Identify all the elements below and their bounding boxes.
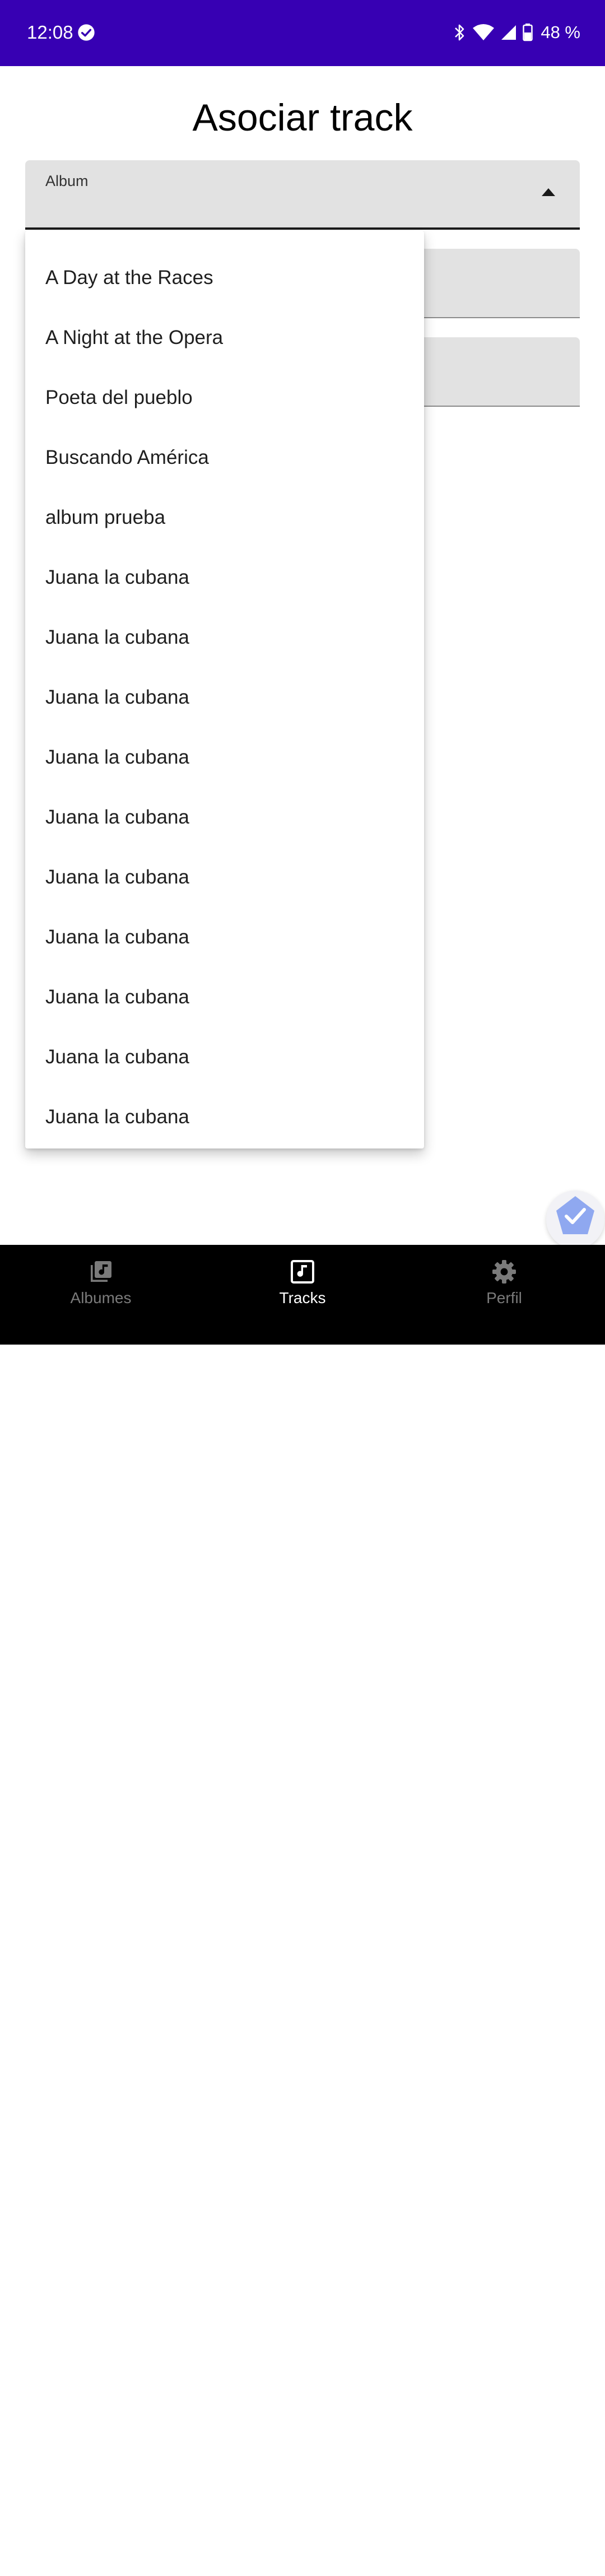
nav-item-perfil[interactable]: Perfil xyxy=(437,1255,571,1317)
status-time: 12:08 xyxy=(27,22,73,43)
album-dropdown-field[interactable]: Album xyxy=(25,160,580,230)
album-option[interactable]: Juana la cubana xyxy=(25,607,424,667)
bluetooth-icon xyxy=(455,24,464,41)
check-icon xyxy=(556,1196,594,1234)
album-option[interactable]: Juana la cubana xyxy=(25,847,424,907)
album-options-list: A Day at the Races A Night at the Opera … xyxy=(25,248,424,1147)
album-option[interactable]: A Night at the Opera xyxy=(25,308,424,368)
album-option[interactable]: Juana la cubana xyxy=(25,967,424,1027)
nav-label-albumes: Albumes xyxy=(70,1289,132,1306)
album-library-icon xyxy=(91,1261,111,1282)
album-dropdown-menu: A Day at the Races A Night at the Opera … xyxy=(25,231,424,1148)
status-icons: 48 % xyxy=(453,20,580,45)
signal-icon xyxy=(501,25,516,40)
nav-label-perfil: Perfil xyxy=(486,1289,522,1306)
home-indicator[interactable] xyxy=(235,2570,370,2576)
battery-icon xyxy=(523,24,533,41)
album-option[interactable]: A Day at the Races xyxy=(25,248,424,308)
nav-item-tracks[interactable]: Tracks xyxy=(235,1255,370,1317)
album-option[interactable]: Buscando América xyxy=(25,427,424,487)
confirm-fab-button[interactable] xyxy=(546,1191,604,1249)
album-option[interactable]: Juana la cubana xyxy=(25,1027,424,1087)
bottom-navigation: Albumes Tracks Perfil xyxy=(0,1245,605,2576)
album-option[interactable]: Poeta del pueblo xyxy=(25,368,424,427)
music-note-icon xyxy=(291,1260,314,1284)
album-field-label: Album xyxy=(45,173,89,189)
check-circle-icon xyxy=(78,24,95,41)
album-option[interactable]: Juana la cubana xyxy=(25,1087,424,1147)
nav-label-tracks: Tracks xyxy=(279,1289,326,1306)
album-option[interactable]: Juana la cubana xyxy=(25,547,424,607)
page-title: Asociar track xyxy=(192,96,413,139)
album-option[interactable]: Juana la cubana xyxy=(25,907,424,967)
album-option[interactable]: Juana la cubana xyxy=(25,727,424,787)
wifi-icon xyxy=(473,24,495,40)
album-option[interactable]: Juana la cubana xyxy=(25,787,424,847)
nav-item-albumes[interactable]: Albumes xyxy=(34,1255,168,1317)
gear-icon xyxy=(492,1260,516,1284)
status-bar: 12:08 48 % xyxy=(0,0,605,66)
album-option[interactable]: Juana la cubana xyxy=(25,667,424,727)
arrow-up-icon[interactable] xyxy=(541,187,556,197)
battery-percentage: 48 % xyxy=(541,22,580,42)
album-option[interactable]: album prueba xyxy=(25,487,424,547)
